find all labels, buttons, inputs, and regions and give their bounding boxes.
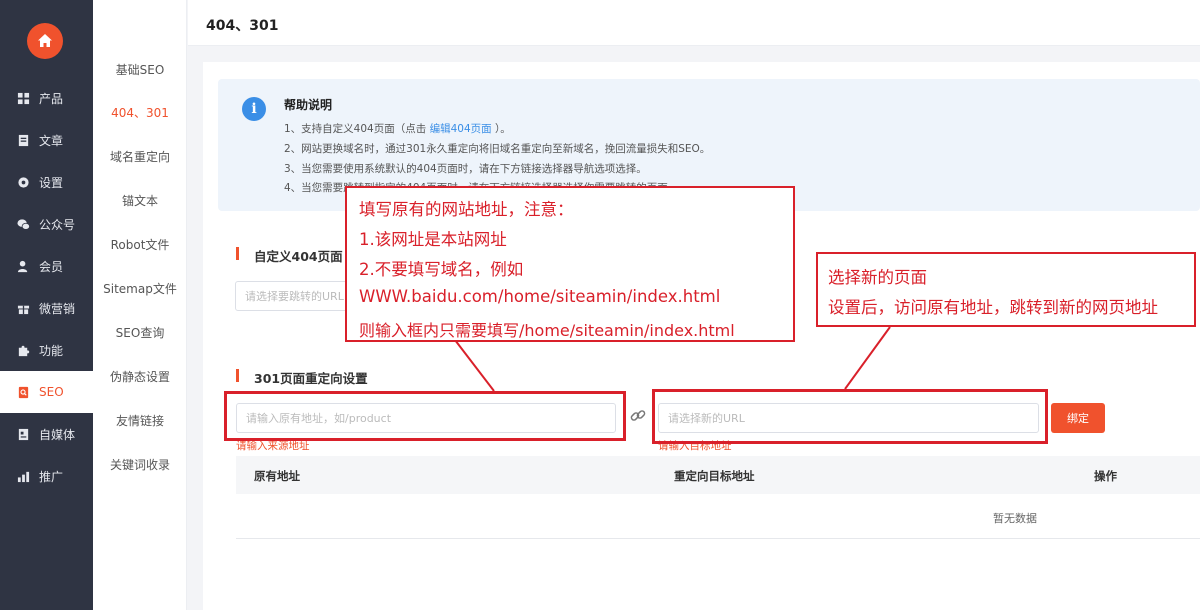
bind-button[interactable]: 绑定	[1051, 403, 1105, 433]
gift-icon	[16, 301, 30, 315]
annotation-highlight-source	[224, 391, 626, 441]
help-line-1-end: ）。	[494, 123, 511, 135]
link-icon	[628, 406, 648, 426]
nav-item-promotion[interactable]: 推广	[0, 455, 93, 497]
nav-item-label: 推广	[39, 469, 64, 484]
nav-item-label: 设置	[39, 175, 64, 190]
subnav-item-basic-seo[interactable]: 基础SEO	[93, 61, 187, 78]
annotation-source-line: 1.该网址是本站网址	[359, 230, 507, 249]
nav-item-label: 产品	[39, 91, 64, 106]
page-header: 404、301	[188, 0, 1200, 46]
nav-item-features[interactable]: 功能	[0, 329, 93, 371]
gear-icon	[16, 175, 30, 189]
nav-item-label: SEO	[39, 385, 64, 399]
table-empty-text: 暂无数据	[993, 512, 1037, 525]
home-logo-button[interactable]	[27, 23, 63, 59]
puzzle-icon	[16, 343, 30, 357]
annotation-target-line: 选择新的页面	[828, 268, 927, 287]
nav-item-wechat[interactable]: 公众号	[0, 203, 93, 245]
nav-item-media[interactable]: 自媒体	[0, 413, 93, 455]
nav-item-seo[interactable]: SEO	[0, 371, 93, 413]
grid-icon	[16, 91, 30, 105]
seo-icon	[16, 385, 30, 399]
annotation-source-line: 2.不要填写域名，例如	[359, 260, 524, 279]
page-title: 404、301	[206, 18, 279, 34]
custom-404-title: 自定义404页面	[236, 246, 343, 265]
subnav-item-seo-query[interactable]: SEO查询	[93, 324, 187, 341]
help-line-1: 1、支持自定义404页面（点击 编辑404页面 ）。	[284, 121, 511, 136]
help-line-2: 2、网站更换域名时，通过301永久重定向将旧域名重定向至新域名，挽回流量损失和S…	[284, 143, 711, 155]
subnav-item-sitemap-file[interactable]: Sitemap文件	[93, 280, 187, 297]
seo-subnav: 基础SEO 404、301 域名重定向 锚文本 Robot文件 Sitemap文…	[93, 0, 187, 610]
annotation-note-target: 选择新的页面 设置后，访问原有地址，跳转到新的网页地址	[816, 252, 1196, 327]
subnav-item-robot-file[interactable]: Robot文件	[93, 236, 187, 253]
chart-icon	[16, 469, 30, 483]
edit-404-link[interactable]: 编辑404页面	[430, 123, 492, 135]
document-icon	[16, 133, 30, 147]
nav-item-label: 公众号	[39, 217, 76, 232]
annotation-note-source: 填写原有的网站地址，注意： 1.该网址是本站网址 2.不要填写域名，例如 WWW…	[345, 186, 795, 342]
help-title: 帮助说明	[284, 98, 333, 112]
subnav-item-keyword-index[interactable]: 关键词收录	[93, 456, 187, 473]
subnav-item-anchor-text[interactable]: 锚文本	[93, 192, 187, 209]
nav-item-articles[interactable]: 文章	[0, 119, 93, 161]
annotation-source-line: 填写原有的网站地址，注意：	[359, 200, 574, 219]
nav-item-members[interactable]: 会员	[0, 245, 93, 287]
annotation-source-line: WWW.baidu.com/home/siteamin/index.html	[359, 287, 721, 306]
nav-item-label: 文章	[39, 133, 64, 148]
wechat-icon	[16, 217, 30, 231]
nav-item-label: 功能	[39, 343, 64, 358]
redirect-table-header: 原有地址 重定向目标地址 操作	[236, 456, 1200, 494]
info-icon: i	[242, 97, 266, 121]
nav-item-products[interactable]: 产品	[0, 77, 93, 119]
nav-item-label: 会员	[39, 259, 64, 274]
nav-item-settings[interactable]: 设置	[0, 161, 93, 203]
main-nav: 产品 文章 设置 公众号 会员 微营销 功能 SEO 自媒体 推广	[0, 0, 93, 610]
subnav-item-rewrite-settings[interactable]: 伪静态设置	[93, 368, 187, 385]
annotation-source-line: 则输入框内只需要填写/home/siteamin/index.html	[359, 321, 735, 340]
nav-item-marketing[interactable]: 微营销	[0, 287, 93, 329]
help-line-3: 3、当您需要使用系统默认的404页面时，请在下方链接选择器导航选项选择。	[284, 163, 647, 175]
annotation-target-line: 设置后，访问原有地址，跳转到新的网页地址	[828, 298, 1158, 317]
subnav-item-friend-links[interactable]: 友情链接	[93, 412, 187, 429]
column-actions: 操作	[1094, 469, 1117, 483]
media-icon	[16, 427, 30, 441]
user-icon	[16, 259, 30, 273]
column-source-url: 原有地址	[254, 469, 300, 483]
subnav-item-domain-redirect[interactable]: 域名重定向	[93, 148, 187, 165]
nav-item-label: 微营销	[39, 301, 76, 316]
redirect-301-title: 301页面重定向设置	[236, 368, 368, 387]
subnav-item-404-301[interactable]: 404、301	[93, 104, 187, 121]
help-line-1-text: 1、支持自定义404页面（点击	[284, 123, 427, 135]
column-target-url: 重定向目标地址	[674, 469, 755, 483]
annotation-highlight-target	[652, 389, 1048, 444]
nav-item-label: 自媒体	[39, 427, 76, 442]
table-divider	[236, 538, 1200, 539]
home-icon	[38, 34, 52, 47]
